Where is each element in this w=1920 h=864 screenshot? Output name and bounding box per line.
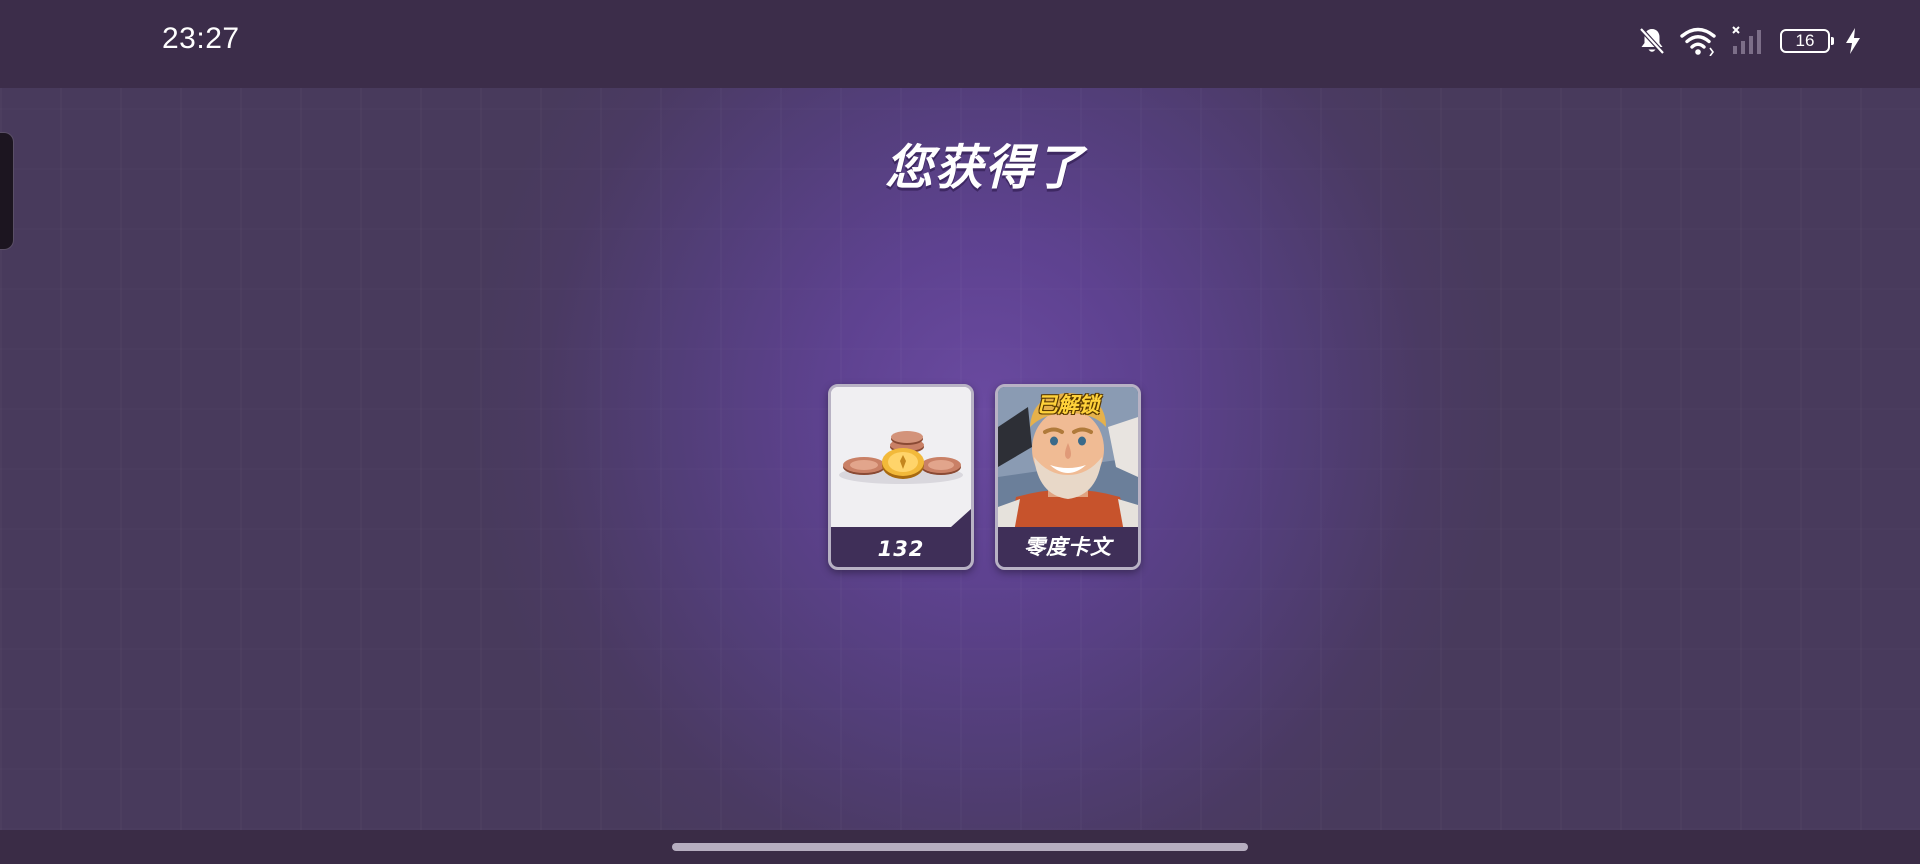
- charging-bolt-icon: [1844, 27, 1862, 55]
- unlocked-badge: 已解锁: [1036, 393, 1100, 417]
- status-time: 23:27: [162, 22, 240, 55]
- navigation-bar: [0, 830, 1920, 864]
- status-icons: 16: [1638, 24, 1862, 58]
- coins-amount: 132: [877, 537, 925, 561]
- battery-icon: 16: [1780, 29, 1834, 53]
- cellular-no-signal-icon: [1730, 26, 1766, 56]
- reward-card-hero[interactable]: 已解锁 零度卡文: [995, 384, 1141, 570]
- wifi-icon: [1680, 26, 1716, 56]
- reward-card-coins[interactable]: 132: [828, 384, 974, 570]
- home-indicator[interactable]: [672, 843, 1248, 851]
- reward-title: 您获得了: [884, 140, 1085, 196]
- status-bar: 23:27 16: [0, 0, 1920, 88]
- hero-name: 零度卡文: [1024, 535, 1112, 559]
- game-screen: 23:27 16 您获得了 132 已解锁 零度卡文: [0, 0, 1920, 864]
- bell-muted-icon: [1638, 26, 1666, 56]
